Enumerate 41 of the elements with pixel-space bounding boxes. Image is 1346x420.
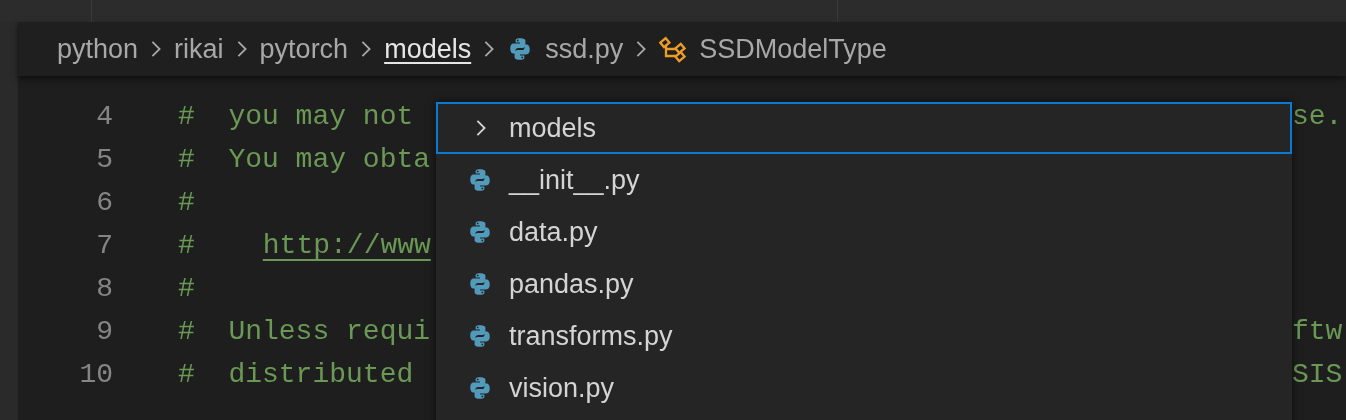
dropdown-item[interactable]: vision.py (436, 362, 1292, 414)
code-comment: ftw (1292, 314, 1343, 349)
code-comment: # you may not (178, 99, 414, 134)
code-comment: # (178, 271, 195, 306)
chevron-right-icon (483, 39, 496, 59)
code-comment: # distributed (178, 357, 414, 392)
breadcrumb-item[interactable]: ssd.py (507, 28, 624, 70)
dropdown-item[interactable]: data.py (436, 206, 1292, 258)
code-comment: # You may obta (178, 142, 431, 177)
dropdown-item[interactable]: transforms.py (436, 310, 1292, 362)
code-comment: SIS (1292, 357, 1343, 392)
line-number: 6 (95, 185, 113, 220)
python-icon (467, 271, 493, 297)
line-number: 7 (95, 228, 113, 263)
code-comment: se. (1292, 99, 1343, 134)
breadcrumb-item[interactable]: python (57, 28, 139, 70)
python-icon (467, 323, 493, 349)
python-icon (467, 375, 493, 401)
chevron-right-icon (360, 39, 373, 59)
chevron-right-icon (150, 39, 163, 59)
line-number: 4 (95, 99, 113, 134)
code-comment: # Unless requi (178, 314, 431, 349)
line-number: 5 (95, 142, 113, 177)
chevron-right-icon (635, 39, 648, 59)
code-comment: # (178, 185, 195, 220)
python-icon (467, 167, 493, 193)
breadcrumb-item[interactable]: SSDModelType (659, 28, 887, 70)
chevron-right-icon (235, 39, 248, 59)
line-number: 9 (95, 314, 113, 349)
dropdown-item[interactable]: models (436, 102, 1292, 154)
code-link[interactable]: http://www (262, 224, 431, 267)
breadcrumb-item[interactable]: models (384, 28, 472, 70)
dropdown-item[interactable]: pandas.py (436, 258, 1292, 310)
structure-icon (659, 35, 688, 63)
code-comment: # (178, 228, 195, 263)
dropdown-item[interactable]: __init__.py (436, 154, 1292, 206)
line-number: 10 (78, 357, 113, 392)
breadcrumb-item[interactable]: rikai (174, 28, 224, 70)
python-icon (467, 219, 493, 245)
breadcrumb-item[interactable]: pytorch (259, 28, 349, 70)
line-number: 8 (95, 271, 113, 306)
